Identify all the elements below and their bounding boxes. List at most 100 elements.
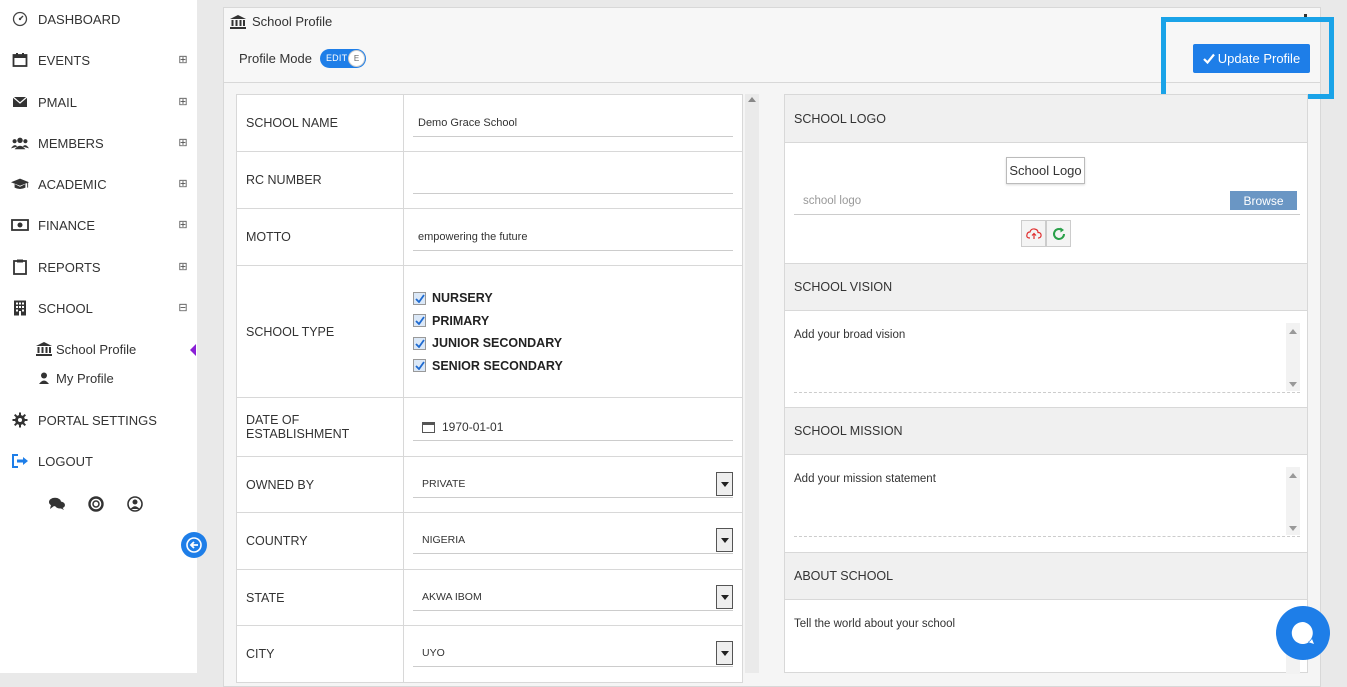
- profile-mode-toggle[interactable]: EDIT E: [319, 49, 366, 68]
- nav-events[interactable]: EVENTS ⊞: [0, 45, 197, 75]
- nav-logout[interactable]: LOGOUT: [0, 446, 197, 476]
- checkbox-label: JUNIOR SECONDARY: [432, 336, 563, 351]
- school-vision-textarea[interactable]: Add your broad vision: [794, 323, 1300, 393]
- row-rc-number: RC NUMBER: [237, 152, 742, 209]
- textarea-scrollbar[interactable]: [1286, 467, 1300, 535]
- checkbox-nursery[interactable]: NURSERY: [413, 287, 733, 310]
- nav-school[interactable]: SCHOOL ⊟: [0, 293, 197, 323]
- state-label: STATE: [237, 570, 404, 625]
- cloud-upload-icon[interactable]: [1021, 220, 1046, 247]
- state-select[interactable]: AKWA IBOM: [413, 583, 733, 611]
- row-school-type: SCHOOL TYPE NURSERY PRIMARY JUNIOR SECON…: [237, 266, 742, 398]
- collapse-sidebar-button[interactable]: [181, 532, 207, 558]
- money-icon: [11, 216, 29, 234]
- country-select[interactable]: NIGERIA: [413, 526, 733, 554]
- expand-icon[interactable]: ⊞: [178, 97, 188, 108]
- nav-pmail-label: PMAIL: [38, 94, 78, 110]
- nav-logout-label: LOGOUT: [38, 453, 93, 469]
- expand-icon[interactable]: ⊞: [178, 55, 188, 66]
- account-icon[interactable]: [126, 495, 144, 513]
- nav-finance[interactable]: FINANCE ⊞: [0, 210, 197, 240]
- sidebar: DASHBOARD EVENTS ⊞ PMAIL ⊞ MEMBERS ⊞ ACA…: [0, 0, 197, 673]
- graduation-cap-icon: [11, 175, 29, 193]
- rc-number-input[interactable]: [413, 166, 733, 194]
- textarea-scrollbar[interactable]: [1286, 323, 1300, 391]
- dropdown-arrow-icon[interactable]: [716, 472, 733, 496]
- dropdown-arrow-icon[interactable]: [716, 641, 733, 665]
- row-city: CITY UYO: [237, 626, 742, 682]
- panel-title-text: School Profile: [252, 14, 333, 29]
- about-school-textarea[interactable]: Tell the world about your school: [794, 612, 1300, 682]
- support-icon[interactable]: [87, 495, 105, 513]
- mission-placeholder: Add your mission statement: [794, 473, 936, 485]
- nav-portal-settings[interactable]: PORTAL SETTINGS: [0, 405, 197, 435]
- row-date-established: DATE OF ESTABLISHMENT 1970-01-01: [237, 398, 742, 457]
- toggle-text: EDIT: [325, 53, 348, 63]
- collapse-icon[interactable]: ⊟: [178, 303, 188, 314]
- arrow-left-icon: [186, 537, 202, 553]
- chat-icon[interactable]: [48, 495, 66, 513]
- school-logo-preview[interactable]: School Logo: [1006, 157, 1085, 184]
- panel-header: School Profile Profile Mode EDIT E: [224, 8, 1320, 83]
- school-logo-heading: SCHOOL LOGO: [785, 95, 1307, 143]
- dropdown-arrow-icon[interactable]: [716, 528, 733, 552]
- calendar-icon: [422, 421, 435, 433]
- expand-icon[interactable]: ⊞: [178, 138, 188, 149]
- row-owned-by: OWNED BY PRIVATE: [237, 457, 742, 513]
- sub-my-profile[interactable]: My Profile: [36, 368, 114, 388]
- school-mission-heading: SCHOOL MISSION: [785, 407, 1307, 455]
- expand-icon[interactable]: ⊞: [178, 220, 188, 231]
- sub-school-profile-label: School Profile: [56, 341, 137, 357]
- date-established-input[interactable]: 1970-01-01: [413, 413, 733, 441]
- gear-icon: [11, 411, 29, 429]
- expand-icon[interactable]: ⊞: [178, 179, 188, 190]
- school-type-options: NURSERY PRIMARY JUNIOR SECONDARY SENIOR …: [413, 287, 733, 377]
- profile-details: SCHOOL LOGO School Logo school logo Brow…: [784, 94, 1308, 674]
- browse-button[interactable]: Browse: [1230, 191, 1297, 210]
- nav-dashboard[interactable]: DASHBOARD: [0, 4, 197, 34]
- motto-label: MOTTO: [237, 209, 404, 265]
- owned-by-select[interactable]: PRIVATE: [413, 470, 733, 498]
- live-chat-button[interactable]: [1276, 606, 1330, 660]
- logo-file-row: school logo Browse: [794, 189, 1300, 215]
- sub-school-profile[interactable]: School Profile: [36, 339, 136, 359]
- refresh-icon[interactable]: [1046, 220, 1071, 247]
- nav-pmail[interactable]: PMAIL ⊞: [0, 87, 197, 117]
- nav-reports[interactable]: REPORTS ⊞: [0, 252, 197, 282]
- row-school-name: SCHOOL NAME Demo Grace School: [237, 95, 742, 152]
- city-label: CITY: [237, 626, 404, 682]
- school-vision-heading: SCHOOL VISION: [785, 263, 1307, 311]
- city-value: UYO: [422, 646, 445, 659]
- checkbox-junior-secondary[interactable]: JUNIOR SECONDARY: [413, 332, 733, 355]
- nav-academic[interactable]: ACADEMIC ⊞: [0, 169, 197, 199]
- motto-input[interactable]: empowering the future: [413, 223, 733, 251]
- calendar-icon: [11, 51, 29, 69]
- checkbox-label: NURSERY: [432, 291, 493, 306]
- logo-file-placeholder[interactable]: school logo: [803, 195, 861, 207]
- active-pointer: [190, 344, 196, 356]
- institution-icon: [36, 342, 52, 356]
- nav-members[interactable]: MEMBERS ⊞: [0, 128, 197, 158]
- sub-my-profile-label: My Profile: [56, 370, 114, 386]
- state-value: AKWA IBOM: [422, 590, 482, 603]
- nav-school-label: SCHOOL: [38, 300, 93, 316]
- school-name-input[interactable]: Demo Grace School: [413, 109, 733, 137]
- dropdown-arrow-icon[interactable]: [716, 585, 733, 609]
- about-school-heading: ABOUT SCHOOL: [785, 552, 1307, 600]
- school-mission-textarea[interactable]: Add your mission statement: [794, 467, 1300, 537]
- checkbox-primary[interactable]: PRIMARY: [413, 310, 733, 333]
- user-icon: [36, 371, 52, 385]
- update-profile-button[interactable]: Update Profile: [1193, 44, 1310, 73]
- form-scrollbar[interactable]: [745, 94, 759, 673]
- profile-mode-label: Profile Mode: [239, 51, 312, 66]
- expand-icon[interactable]: ⊞: [178, 262, 188, 273]
- owned-by-label: OWNED BY: [237, 457, 404, 512]
- city-select[interactable]: UYO: [413, 639, 733, 667]
- rc-number-label: RC NUMBER: [237, 152, 404, 208]
- checkbox-label: PRIMARY: [432, 313, 490, 328]
- checkbox-senior-secondary[interactable]: SENIOR SECONDARY: [413, 355, 733, 378]
- nav-portal-settings-label: PORTAL SETTINGS: [38, 412, 157, 428]
- scroll-up-icon[interactable]: [748, 97, 756, 102]
- institution-icon: [230, 14, 246, 29]
- check-icon: [413, 336, 426, 350]
